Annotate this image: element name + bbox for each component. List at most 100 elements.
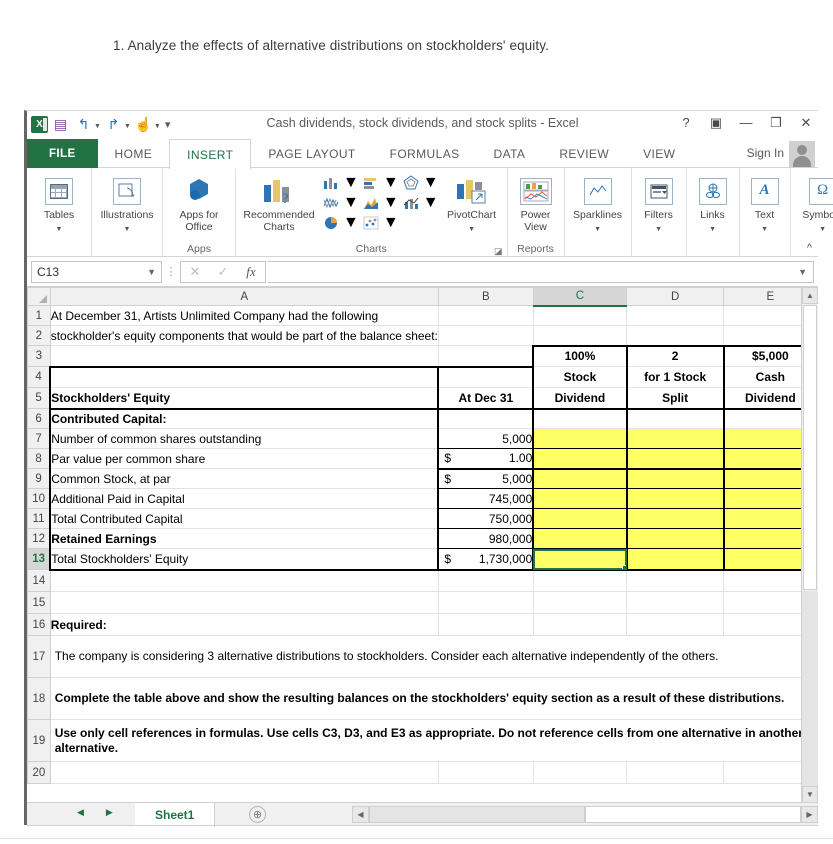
cell-B9[interactable]: 5,000 [437, 468, 535, 489]
vertical-scroll-thumb[interactable] [803, 305, 817, 590]
cell-B20[interactable] [438, 761, 534, 784]
row-header-7[interactable]: 7 [27, 428, 51, 449]
cell-D11[interactable] [626, 508, 725, 529]
cell-C1[interactable] [533, 305, 628, 326]
illustrations-button[interactable]: Illustrations ▼ [96, 171, 158, 235]
cell-D2[interactable] [626, 325, 725, 346]
cell-A18[interactable]: Complete the table above and show the re… [50, 677, 818, 720]
cell-D3[interactable]: 2 [626, 344, 725, 367]
cell-B7[interactable]: 5,000 [437, 428, 535, 449]
help-icon[interactable]: ? [678, 113, 694, 133]
cell-B15[interactable] [438, 591, 534, 614]
cell-A5[interactable]: Stockholders' Equity [49, 387, 439, 410]
cell-A19[interactable]: Use only cell references in formulas. Us… [50, 719, 818, 762]
cell-D9[interactable] [626, 468, 725, 489]
cell-C4[interactable]: Stock [532, 366, 628, 388]
cell-D4[interactable]: for 1 Stock [626, 366, 725, 388]
chevron-down-icon[interactable]: ▼ [343, 174, 359, 192]
chevron-down-icon[interactable]: ▼ [709, 224, 716, 236]
cell-D16[interactable] [626, 613, 725, 636]
cell-C7[interactable] [532, 428, 628, 449]
close-icon[interactable]: ✕ [798, 113, 814, 133]
row-header-15[interactable]: 15 [27, 591, 51, 614]
vertical-scrollbar[interactable]: ▲ ▼ [801, 287, 818, 803]
cell-B4[interactable] [437, 365, 535, 388]
row-header-17[interactable]: 17 [27, 635, 51, 678]
tables-button[interactable]: Tables ▼ [31, 171, 87, 235]
cancel-formula-icon[interactable]: ✕ [181, 262, 209, 282]
radar-chart-icon[interactable] [400, 173, 422, 192]
cell-A13[interactable]: Total Stockholders' Equity [49, 548, 439, 571]
column-header-d[interactable]: D [626, 287, 725, 306]
stock-chart-icon[interactable] [320, 193, 342, 212]
cell-C8[interactable] [532, 448, 628, 470]
cell-C2[interactable] [533, 325, 628, 346]
cell-A6[interactable]: Contributed Capital: [49, 408, 439, 429]
cell-A15[interactable] [50, 591, 439, 614]
chevron-down-icon[interactable]: ▼ [383, 214, 399, 232]
select-all-corner[interactable] [27, 287, 51, 306]
tab-review[interactable]: REVIEW [542, 139, 626, 168]
pivotchart-button[interactable]: PivotChart ▼ [441, 171, 503, 235]
recommended-charts-button[interactable]: ? Recommended Charts [240, 171, 318, 233]
cell-C20[interactable] [533, 761, 628, 784]
column-chart-icon[interactable] [320, 173, 342, 192]
cell-A20[interactable] [50, 761, 439, 784]
chevron-down-icon[interactable]: ▼ [56, 224, 63, 236]
row-header-5[interactable]: 5 [27, 387, 51, 409]
cell-C3[interactable]: 100% [532, 344, 628, 367]
cell-B1[interactable] [438, 305, 534, 326]
row-header-6[interactable]: 6 [27, 408, 51, 429]
chevron-down-icon[interactable]: ▼ [423, 194, 439, 212]
ribbon-display-options-icon[interactable]: ▣ [708, 113, 724, 133]
chevron-down-icon[interactable]: ▼ [819, 224, 826, 236]
cell-A16[interactable]: Required: [50, 613, 439, 636]
column-header-b[interactable]: B [437, 287, 534, 306]
cell-B11[interactable]: 750,000 [437, 508, 535, 529]
chevron-down-icon[interactable]: ▼ [761, 224, 768, 236]
cell-D20[interactable] [626, 761, 725, 784]
tab-file[interactable]: FILE [27, 139, 98, 168]
apps-for-office-button[interactable]: Apps for Office [167, 171, 231, 233]
bar-chart-icon[interactable] [360, 173, 382, 192]
enter-formula-icon[interactable]: ✓ [209, 262, 237, 282]
sparklines-button[interactable]: Sparklines ▼ [569, 171, 627, 235]
horizontal-scroll-thumb[interactable] [585, 806, 801, 823]
row-header-8[interactable]: 8 [27, 448, 51, 469]
row-header-16[interactable]: 16 [27, 613, 51, 636]
scroll-up-icon[interactable]: ▲ [802, 287, 818, 304]
cell-D13[interactable] [626, 548, 725, 571]
scroll-down-icon[interactable]: ▼ [802, 786, 818, 803]
horizontal-scrollbar[interactable]: ◀ ▶ [352, 805, 818, 824]
text-button[interactable]: A Text ▼ [744, 171, 786, 235]
tab-view[interactable]: VIEW [626, 139, 692, 168]
chevron-down-icon[interactable]: ▼ [383, 194, 399, 212]
cell-A2[interactable]: stockholder's equity components that wou… [50, 325, 439, 346]
tab-insert[interactable]: INSERT [169, 139, 252, 169]
column-header-c[interactable]: C [532, 287, 628, 307]
cell-C12[interactable] [532, 528, 628, 549]
cell-A4[interactable] [49, 365, 439, 388]
row-header-13[interactable]: 13 [27, 548, 51, 570]
cell-D7[interactable] [626, 428, 725, 449]
cell-D1[interactable] [626, 305, 725, 326]
scroll-right-icon[interactable]: ▶ [801, 806, 818, 823]
links-button[interactable]: Links ▼ [691, 171, 735, 235]
cell-B10[interactable]: 745,000 [437, 488, 535, 509]
add-sheet-icon[interactable]: ⊕ [249, 806, 266, 823]
row-header-20[interactable]: 20 [27, 761, 51, 784]
restore-icon[interactable]: ❐ [768, 113, 784, 133]
expand-formula-bar-icon[interactable]: ▼ [798, 267, 807, 277]
sign-in-button[interactable]: Sign In [747, 146, 784, 160]
row-header-11[interactable]: 11 [27, 508, 51, 529]
cell-A11[interactable]: Total Contributed Capital [49, 508, 439, 529]
cell-A9[interactable]: Common Stock, at par [49, 468, 439, 489]
area-chart-icon[interactable] [360, 193, 382, 212]
cell-B8[interactable]: 1.00 [437, 448, 535, 470]
cell-C16[interactable] [533, 613, 628, 636]
cell-B13[interactable]: 1,730,000 [437, 548, 535, 571]
row-header-18[interactable]: 18 [27, 677, 51, 720]
row-header-2[interactable]: 2 [27, 325, 51, 346]
power-view-button[interactable]: Power View [512, 171, 560, 233]
cell-C5[interactable]: Dividend [532, 387, 628, 410]
